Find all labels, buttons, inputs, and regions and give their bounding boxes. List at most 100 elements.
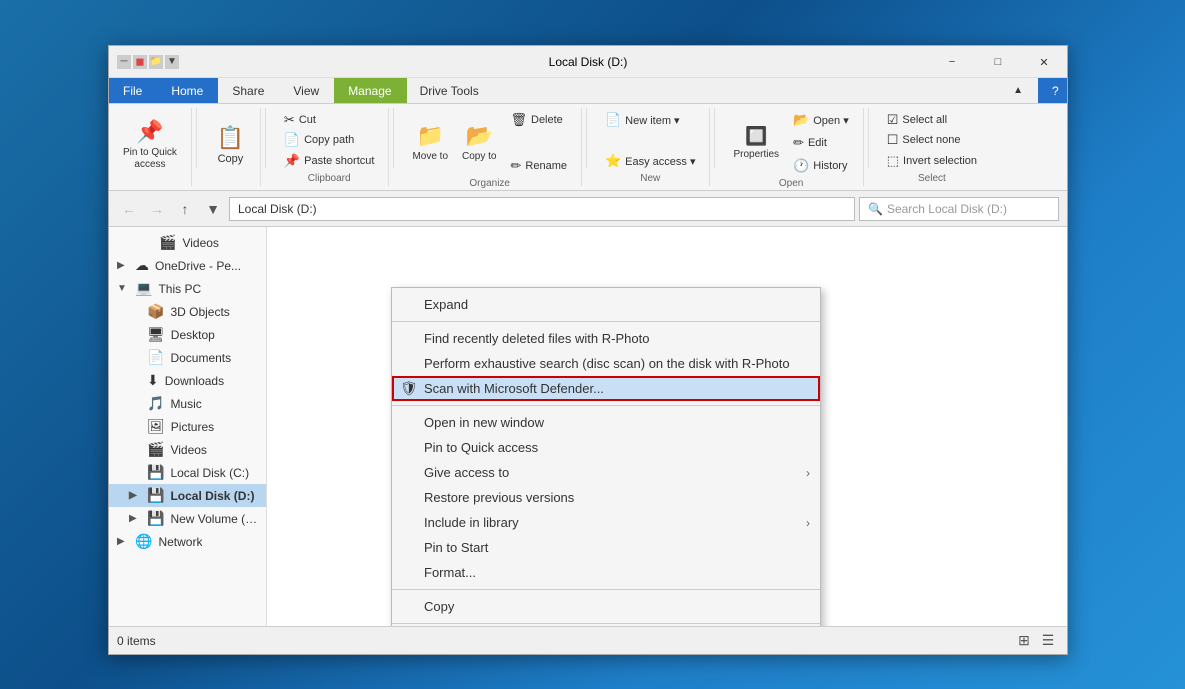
sidebar-item-desktop[interactable]: 🖥 Desktop xyxy=(109,323,266,346)
videos-icon: 🎬 xyxy=(159,234,176,251)
ribbon-group-organize: 📁 Move to 📂 Copy to 🗑 Delete ✏ xyxy=(398,108,582,186)
recent-locations-btn[interactable]: ▼ xyxy=(201,197,225,221)
invert-selection-icon: ⬚ xyxy=(887,153,899,169)
address-box[interactable]: Local Disk (D:) xyxy=(229,197,855,221)
new-item-label: New item ▾ xyxy=(625,114,679,127)
sidebar-item-pictures[interactable]: 🖼 Pictures xyxy=(109,415,266,438)
qat-down-btn[interactable]: ▼ xyxy=(165,55,179,69)
videos2-icon: 🎬 xyxy=(147,441,164,458)
cm-format[interactable]: Format... xyxy=(392,560,820,585)
cm-include-library-label: Include in library xyxy=(424,515,519,530)
new-item-btn[interactable]: 📄 New item ▾ xyxy=(599,110,702,130)
move-to-btn[interactable]: 📁 Move to xyxy=(406,110,454,176)
minimize-btn[interactable]: − xyxy=(929,46,975,78)
maximize-btn[interactable]: □ xyxy=(975,46,1021,78)
ribbon: File Home Share View Manage Drive Tools … xyxy=(109,78,1067,191)
downloads-icon: ⬇ xyxy=(147,372,159,389)
close-btn[interactable]: ✕ xyxy=(1021,46,1067,78)
window-title: Local Disk (D:) xyxy=(549,55,628,69)
cm-restore-versions-label: Restore previous versions xyxy=(424,490,574,505)
cm-expand[interactable]: Expand xyxy=(392,292,820,317)
ribbon-collapse-btn[interactable]: ▲ xyxy=(999,78,1038,103)
items-count: 0 items xyxy=(117,634,156,648)
pin-label: Pin to Quickaccess xyxy=(123,147,177,171)
search-box[interactable]: 🔍 Search Local Disk (D:) xyxy=(859,197,1059,221)
cm-exhaustive-search[interactable]: Perform exhaustive search (disc scan) on… xyxy=(392,351,820,376)
paste-sc-icon: 📌 xyxy=(284,153,300,169)
sidebar-label: Pictures xyxy=(171,420,214,434)
disk-d-icon: 💾 xyxy=(147,487,164,504)
cm-open-new-window[interactable]: Open in new window xyxy=(392,410,820,435)
sidebar-item-local-d[interactable]: ▶ 💾 Local Disk (D:) xyxy=(109,484,266,507)
sidebar-item-thispc[interactable]: ▼ 💻 This PC xyxy=(109,277,266,300)
copy-path-btn[interactable]: 📄 Copy path xyxy=(278,130,360,150)
clipboard-group-label: Clipboard xyxy=(308,171,351,184)
sidebar-item-downloads[interactable]: ⬇ Downloads xyxy=(109,369,266,392)
ribbon-tabs: File Home Share View Manage Drive Tools … xyxy=(109,78,1067,104)
properties-qat-btn[interactable]: ◼ xyxy=(133,55,147,69)
cm-find-deleted[interactable]: Find recently deleted files with R-Photo xyxy=(392,326,820,351)
cm-pin-start[interactable]: Pin to Start xyxy=(392,535,820,560)
copy-btn[interactable]: 📋 Copy xyxy=(210,113,250,179)
invert-selection-btn[interactable]: ⬚ Invert selection xyxy=(881,151,983,171)
history-icon: 🕐 xyxy=(793,158,809,174)
sidebar-item-local-c[interactable]: 💾 Local Disk (C:) xyxy=(109,461,266,484)
cm-scan-defender-label: Scan with Microsoft Defender... xyxy=(424,381,604,396)
sidebar-item-videos2[interactable]: 🎬 Videos xyxy=(109,438,266,461)
copy-path-label: Copy path xyxy=(304,134,354,146)
paste-shortcut-btn[interactable]: 📌 Paste shortcut xyxy=(278,151,381,171)
edit-btn[interactable]: ✏ Edit xyxy=(787,133,855,153)
tab-view[interactable]: View xyxy=(279,78,334,103)
view-list-btn[interactable]: ☰ xyxy=(1037,630,1059,652)
system-menu-btn[interactable]: ─ xyxy=(117,55,131,69)
select-all-btn[interactable]: ☑ Select all xyxy=(881,110,983,130)
cm-sep-2 xyxy=(392,405,820,406)
tab-file[interactable]: File xyxy=(109,78,157,103)
sep-4 xyxy=(586,108,587,168)
sidebar-item-3dobjects[interactable]: 📦 3D Objects xyxy=(109,300,266,323)
folder-qat-btn[interactable]: 📁 xyxy=(149,55,163,69)
easy-access-label: Easy access ▾ xyxy=(625,155,695,168)
properties-btn[interactable]: 🔲 Properties xyxy=(727,110,785,176)
sidebar-item-documents[interactable]: 📄 Documents xyxy=(109,346,266,369)
rename-btn[interactable]: ✏ Rename xyxy=(504,156,572,176)
expand-icon: ▶ xyxy=(129,490,141,501)
sidebar-item-videos[interactable]: 🎬 Videos xyxy=(109,231,266,254)
sidebar-label: Videos xyxy=(182,236,218,250)
copy-to-btn[interactable]: 📂 Copy to xyxy=(456,110,502,176)
tab-manage[interactable]: Manage xyxy=(334,78,406,103)
sep-6 xyxy=(868,108,869,168)
ribbon-group-select: ☑ Select all ☐ Select none ⬚ Invert sele… xyxy=(873,108,991,186)
sidebar-item-network[interactable]: ▶ 🌐 Network xyxy=(109,530,266,553)
cm-scan-defender[interactable]: 🛡 Scan with Microsoft Defender... xyxy=(392,376,820,401)
pin-to-quick-access-btn[interactable]: 📌 Pin to Quickaccess xyxy=(117,113,183,179)
cm-restore-versions[interactable]: Restore previous versions xyxy=(392,485,820,510)
up-btn[interactable]: ↑ xyxy=(173,197,197,221)
tab-share[interactable]: Share xyxy=(218,78,279,103)
cm-copy[interactable]: Copy xyxy=(392,594,820,619)
forward-btn[interactable]: → xyxy=(145,197,169,221)
cut-label: Cut xyxy=(299,114,316,126)
cm-give-access[interactable]: Give access to › xyxy=(392,460,820,485)
select-all-label: Select all xyxy=(902,114,947,126)
tab-drive-tools[interactable]: Drive Tools xyxy=(406,78,494,103)
search-placeholder: Search Local Disk (D:) xyxy=(887,202,1007,216)
sidebar-item-music[interactable]: 🎵 Music xyxy=(109,392,266,415)
ribbon-group-open: 🔲 Properties 📂 Open ▾ ✏ Edit xyxy=(719,108,863,186)
easy-access-btn[interactable]: ⭐ Easy access ▾ xyxy=(599,151,702,171)
sidebar-label: 3D Objects xyxy=(170,305,229,319)
history-btn[interactable]: 🕐 History xyxy=(787,156,855,176)
delete-btn[interactable]: 🗑 Delete xyxy=(504,110,572,130)
tab-home[interactable]: Home xyxy=(157,78,218,103)
sidebar-item-volume-e[interactable]: ▶ 💾 New Volume (E:) xyxy=(109,507,266,530)
sidebar-item-onedrive[interactable]: ▶ ☁ OneDrive - Pe... xyxy=(109,254,266,277)
cm-include-library[interactable]: Include in library › xyxy=(392,510,820,535)
cut-btn[interactable]: ✂ Cut xyxy=(278,110,322,130)
open-btn[interactable]: 📂 Open ▾ xyxy=(787,110,855,130)
new-group-label: New xyxy=(640,171,660,184)
back-btn[interactable]: ← xyxy=(117,197,141,221)
help-btn[interactable]: ? xyxy=(1038,78,1067,103)
select-none-btn[interactable]: ☐ Select none xyxy=(881,130,983,150)
cm-pin-quick-access[interactable]: Pin to Quick access xyxy=(392,435,820,460)
view-grid-btn[interactable]: ⊞ xyxy=(1013,630,1035,652)
